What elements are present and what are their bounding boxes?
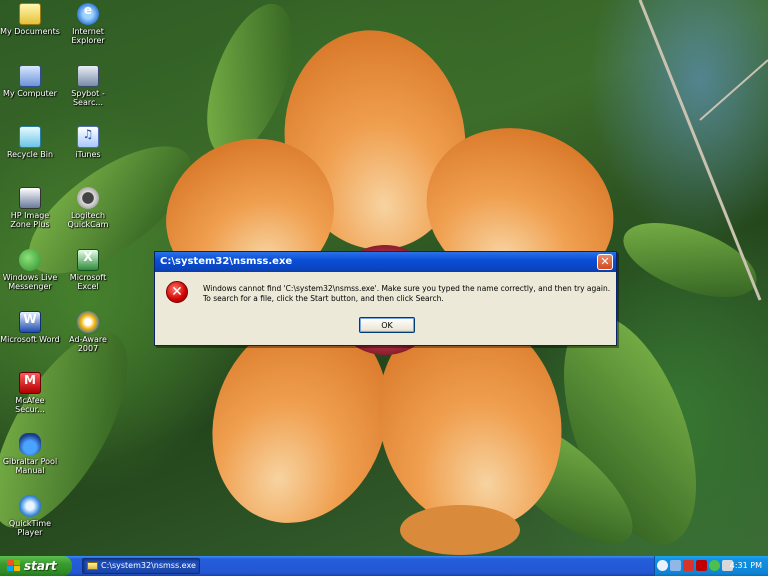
clock[interactable]: 4:31 PM [730, 556, 762, 576]
dialog-body: ✕ Windows cannot find 'C:\system32\nsmss… [155, 272, 616, 345]
start-label: start [24, 559, 57, 573]
desktop-icon-spybot[interactable]: Spybot - Searc... [58, 65, 118, 107]
mcafee-tray-icon[interactable] [696, 560, 707, 571]
mcafee-icon: M [19, 372, 41, 394]
error-dialog: C:\system32\nsmss.exe ✕ ✕ Windows cannot… [154, 251, 617, 346]
desktop-icon-microsoft-word[interactable]: W Microsoft Word [0, 311, 60, 344]
taskbar-item-nsmss[interactable]: C:\system32\nsmss.exe [82, 558, 200, 574]
windows-logo-icon [7, 560, 20, 572]
quicktime-icon [19, 495, 41, 517]
desktop-icon-ad-aware[interactable]: Ad-Aware 2007 [58, 311, 118, 353]
close-button[interactable]: ✕ [597, 254, 613, 270]
my-computer-icon [19, 65, 41, 87]
desktop-icon-mcafee[interactable]: M McAfee Secur... [0, 372, 60, 414]
desktop-icon-internet-explorer[interactable]: e Internet Explorer [58, 3, 118, 45]
ok-button[interactable]: OK [359, 317, 415, 333]
close-icon: ✕ [600, 255, 610, 268]
dialog-title-bar[interactable]: C:\system32\nsmss.exe ✕ [155, 252, 616, 272]
dialog-title: C:\system32\nsmss.exe [160, 256, 293, 267]
itunes-icon: ♫ [77, 126, 99, 148]
desktop-icon-my-documents[interactable]: My Documents [0, 3, 60, 36]
network-icon[interactable] [670, 560, 681, 571]
system-tray: 4:31 PM [654, 556, 768, 576]
desktop-icon-quicktime-player[interactable]: QuickTime Player [0, 495, 60, 537]
messenger-tray-icon[interactable] [709, 560, 720, 571]
folder-icon [87, 562, 98, 570]
ad-aware-icon [77, 311, 99, 333]
desktop-icon-my-computer[interactable]: My Computer [0, 65, 60, 98]
taskbar: start C:\system32\nsmss.exe 4:31 PM [0, 556, 768, 576]
taskbar-item-label: C:\system32\nsmss.exe [101, 561, 196, 570]
desktop-icon-itunes[interactable]: ♫ iTunes [58, 126, 118, 159]
desktop-icon-windows-live-messenger[interactable]: Windows Live Messenger [0, 249, 60, 291]
desktop-icon-gibraltar-pool-manual[interactable]: Gibraltar Pool Manual [0, 433, 60, 475]
excel-icon: X [77, 249, 99, 271]
gibraltar-pool-icon [19, 433, 41, 455]
desktop-icon-recycle-bin[interactable]: Recycle Bin [0, 126, 60, 159]
internet-explorer-icon: e [77, 3, 99, 25]
word-icon: W [19, 311, 41, 333]
hp-image-zone-icon [19, 187, 41, 209]
desktop-icon-microsoft-excel[interactable]: X Microsoft Excel [58, 249, 118, 291]
error-icon: ✕ [166, 281, 188, 303]
security-icon[interactable] [683, 560, 694, 571]
desktop: My Documents e Internet Explorer My Comp… [0, 0, 768, 556]
recycle-bin-icon [19, 126, 41, 148]
dialog-message: Windows cannot find 'C:\system32\nsmss.e… [203, 284, 611, 303]
desktop-icon-hp-image-zone[interactable]: HP Image Zone Plus [0, 187, 60, 229]
desktop-icon-logitech-quickcam[interactable]: Logitech QuickCam [58, 187, 118, 229]
webcam-icon [77, 187, 99, 209]
back-arrow-icon[interactable] [657, 560, 668, 571]
spybot-icon [77, 65, 99, 87]
folder-documents-icon [19, 3, 41, 25]
messenger-icon [19, 249, 41, 271]
start-button[interactable]: start [0, 556, 72, 576]
